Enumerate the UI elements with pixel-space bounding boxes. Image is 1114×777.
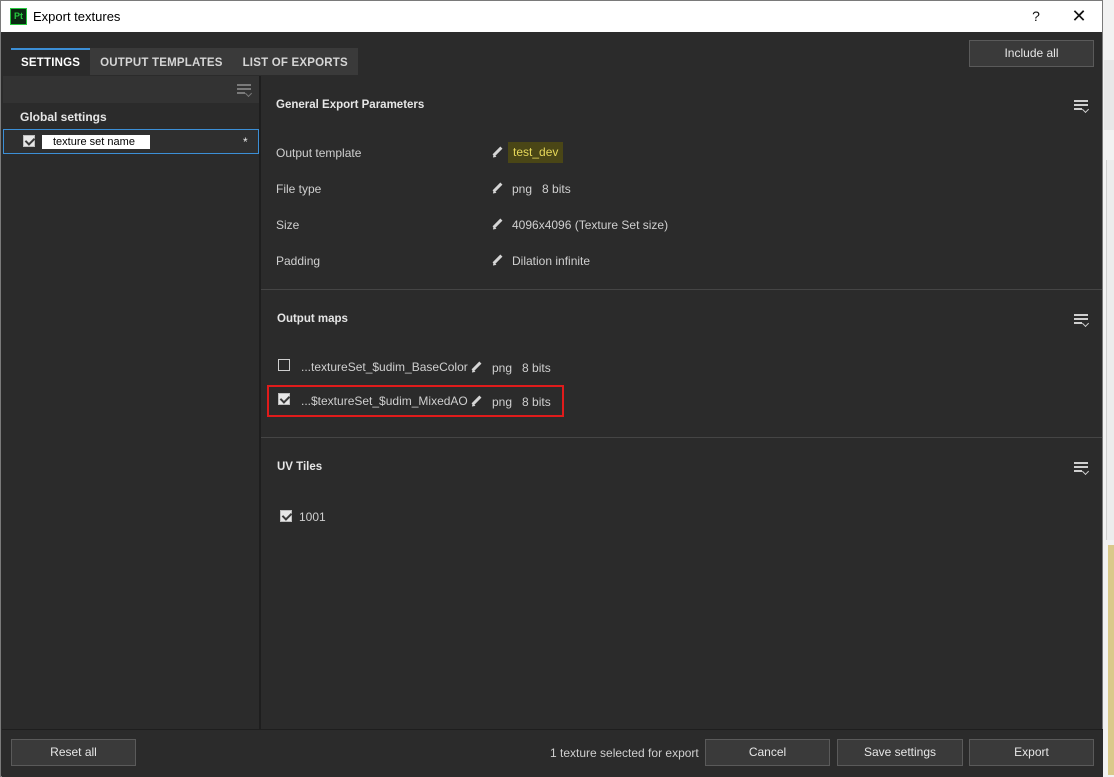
cancel-button[interactable]: Cancel [705, 739, 830, 766]
close-button[interactable]: ✕ [1067, 5, 1091, 27]
padding-label: Padding [276, 254, 321, 268]
map-basecolor-format: png 8 bits [492, 361, 551, 375]
app-icon: Pt [10, 8, 27, 25]
edit-map-basecolor-icon[interactable] [470, 361, 484, 375]
footer-bar: Reset all 1 texture selected for export … [2, 729, 1103, 777]
edit-size-icon[interactable] [491, 218, 505, 232]
include-all-button[interactable]: Include all [969, 40, 1094, 67]
texture-set-row[interactable]: texture set name * [3, 129, 259, 154]
edit-file-type-icon[interactable] [491, 182, 505, 196]
list-options-icon[interactable] [237, 84, 253, 98]
texture-set-name: texture set name [42, 135, 150, 149]
global-settings-label[interactable]: Global settings [20, 110, 107, 124]
export-status-text: 1 texture selected for export [550, 746, 699, 760]
background-desktop [1102, 0, 1114, 777]
general-section-menu-icon[interactable] [1074, 100, 1090, 114]
export-button[interactable]: Export [969, 739, 1094, 766]
file-type-label: File type [276, 182, 322, 196]
texture-set-checkbox[interactable] [23, 135, 35, 147]
uv-tile-1001-checkbox[interactable] [280, 510, 292, 522]
help-button[interactable]: ? [1025, 5, 1047, 27]
edit-padding-icon[interactable] [491, 254, 505, 268]
map-basecolor-name[interactable]: ...textureSet_$udim_BaseColor [301, 360, 468, 374]
map-basecolor-checkbox[interactable] [278, 359, 290, 371]
background-window-strip [1108, 545, 1114, 775]
uv-tiles-menu-icon[interactable] [1074, 462, 1090, 476]
background-window-strip [1104, 60, 1114, 130]
output-template-label: Output template [276, 146, 362, 160]
file-type-value[interactable]: png 8 bits [512, 182, 571, 196]
export-textures-dialog: Pt Export textures ? ✕ SETTINGS OUTPUT T… [0, 0, 1103, 777]
window-title: Export textures [33, 9, 121, 24]
uv-tiles-title: UV Tiles [277, 461, 323, 473]
tab-list-of-exports[interactable]: LIST OF EXPORTS [232, 48, 358, 75]
background-window-strip [1106, 160, 1114, 540]
uv-tile-1001-label[interactable]: 1001 [299, 510, 326, 524]
texture-set-list-panel: Global settings texture set name * [3, 76, 259, 729]
size-value[interactable]: 4096x4096 (Texture Set size) [512, 218, 668, 232]
section-divider [261, 437, 1102, 438]
texture-set-list-toolbar [3, 76, 259, 103]
edit-output-template-icon[interactable] [491, 146, 505, 160]
title-bar: Pt Export textures ? ✕ [1, 1, 1102, 32]
annotation-highlight-box [267, 385, 564, 417]
output-template-value[interactable]: test_dev [508, 142, 564, 163]
section-divider [261, 289, 1102, 290]
padding-value[interactable]: Dilation infinite [512, 254, 590, 268]
settings-panel: General Export Parameters Output templat… [261, 76, 1102, 729]
tab-output-templates[interactable]: OUTPUT TEMPLATES [90, 48, 233, 75]
general-export-parameters-title: General Export Parameters [276, 99, 425, 111]
output-maps-menu-icon[interactable] [1074, 314, 1090, 328]
tab-settings[interactable]: SETTINGS [11, 48, 91, 75]
size-label: Size [276, 218, 300, 232]
reset-all-button[interactable]: Reset all [11, 739, 136, 766]
save-settings-button[interactable]: Save settings [837, 739, 963, 766]
tab-bar: SETTINGS OUTPUT TEMPLATES LIST OF EXPORT… [11, 48, 358, 75]
output-maps-title: Output maps [277, 313, 348, 325]
modified-marker: * [243, 135, 248, 149]
